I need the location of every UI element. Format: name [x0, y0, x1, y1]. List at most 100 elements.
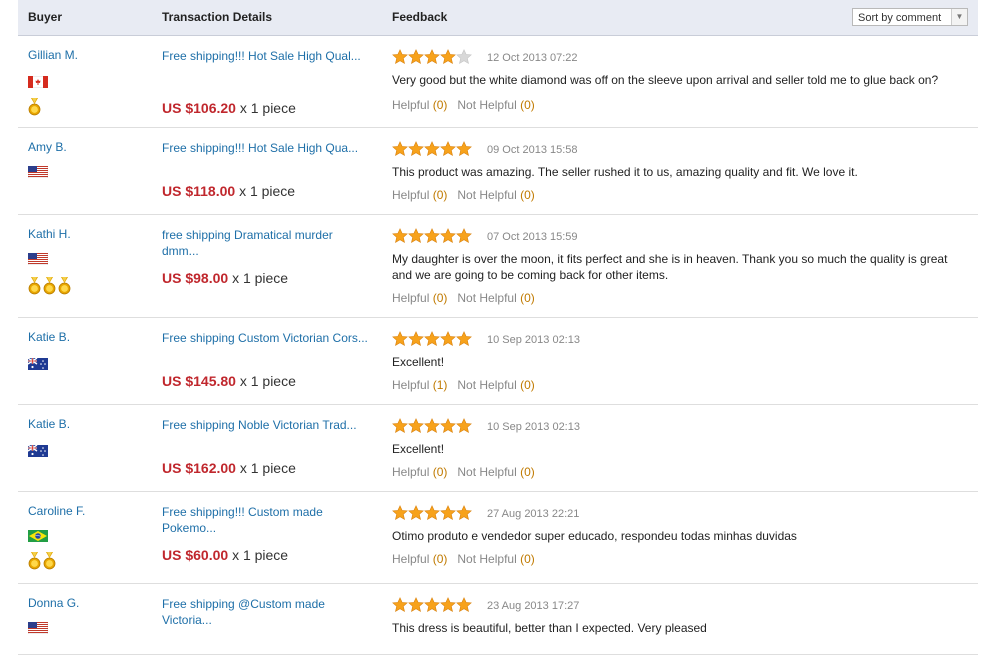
star-icon — [408, 597, 424, 613]
helpful-link[interactable]: Helpful — [392, 98, 429, 112]
helpful-link[interactable]: Helpful — [392, 291, 429, 305]
star-icon — [456, 597, 472, 613]
buyer-name-link[interactable]: Donna G. — [28, 596, 79, 610]
not-helpful-link[interactable]: Not Helpful — [457, 98, 516, 112]
feedback-date: 27 Aug 2013 22:21 — [487, 508, 580, 520]
not-helpful-link[interactable]: Not Helpful — [457, 378, 516, 392]
helpful-count: (0) — [432, 188, 448, 202]
sort-select[interactable]: Sort by comment ▼ — [852, 8, 968, 26]
star-icon — [392, 228, 408, 244]
star-icon — [456, 49, 472, 65]
medal-icon — [28, 98, 41, 116]
star-icon — [392, 141, 408, 157]
product-price: US $145.80 x 1 piece — [162, 373, 296, 389]
star-icon — [440, 331, 456, 347]
buyer-column-header: Buyer — [28, 10, 63, 24]
feedback-date: 23 Aug 2013 17:27 — [487, 600, 580, 612]
buyer-name-link[interactable]: Kathi H. — [28, 227, 71, 241]
not-helpful-count: (0) — [520, 188, 535, 202]
price-value: US $60.00 — [162, 547, 229, 563]
quantity-label: x 1 piece — [239, 183, 296, 199]
medal-icon — [43, 277, 56, 295]
helpful-votes: Helpful (0) Not Helpful (0) — [392, 552, 535, 566]
star-icon — [408, 228, 424, 244]
star-rating — [392, 331, 472, 347]
product-title-link[interactable]: free shipping Dramatical murder dmm... — [162, 227, 372, 259]
helpful-link[interactable]: Helpful — [392, 552, 429, 566]
star-icon — [424, 505, 440, 521]
star-rating — [392, 505, 472, 521]
not-helpful-count: (0) — [520, 465, 535, 479]
star-icon — [424, 331, 440, 347]
star-icon — [392, 331, 408, 347]
star-icon — [424, 228, 440, 244]
star-icon — [456, 505, 472, 521]
star-icon — [408, 331, 424, 347]
feedback-comment: Otimo produto e vendedor super educado, … — [392, 529, 797, 543]
product-price: US $118.00 x 1 piece — [162, 183, 295, 199]
product-price: US $162.00 x 1 piece — [162, 460, 296, 476]
helpful-count: (0) — [432, 465, 448, 479]
star-icon — [456, 228, 472, 244]
buyer-name-link[interactable]: Amy B. — [28, 140, 67, 154]
product-price: US $60.00 x 1 piece — [162, 547, 288, 563]
star-rating — [392, 49, 472, 65]
product-title-link[interactable]: Free shipping!!! Custom made Pokemo... — [162, 504, 372, 536]
review-row: Caroline F. Free shipping!!! Custom made … — [18, 492, 978, 584]
helpful-count: (0) — [432, 552, 448, 566]
country-flag-icon — [28, 530, 48, 542]
helpful-link[interactable]: Helpful — [392, 465, 429, 479]
review-row: Kathi H. free shipping Dramatical murder … — [18, 215, 978, 318]
star-icon — [424, 49, 440, 65]
feedback-date: 10 Sep 2013 02:13 — [487, 421, 580, 433]
star-icon — [440, 418, 456, 434]
review-row: Donna G. Free shipping @Custom made Victo… — [18, 584, 978, 655]
star-icon — [392, 597, 408, 613]
helpful-link[interactable]: Helpful — [392, 378, 429, 392]
star-rating — [392, 141, 472, 157]
quantity-label: x 1 piece — [239, 100, 296, 116]
buyer-name-link[interactable]: Katie B. — [28, 330, 70, 344]
not-helpful-link[interactable]: Not Helpful — [457, 465, 516, 479]
feedback-comment: Excellent! — [392, 442, 445, 456]
not-helpful-link[interactable]: Not Helpful — [457, 552, 516, 566]
not-helpful-count: (0) — [520, 378, 535, 392]
feedback-comment: This dress is beautiful, better than I e… — [392, 621, 707, 635]
star-icon — [408, 418, 424, 434]
country-flag-icon — [27, 75, 49, 89]
star-icon — [424, 597, 440, 613]
star-icon — [456, 418, 472, 434]
product-title-link[interactable]: Free shipping @Custom made Victoria... — [162, 596, 372, 628]
quantity-label: x 1 piece — [239, 373, 296, 389]
medal-icon — [58, 277, 71, 295]
buyer-name-link[interactable]: Katie B. — [28, 417, 70, 431]
medal-icon — [43, 552, 56, 570]
star-rating — [392, 228, 472, 244]
price-value: US $98.00 — [162, 270, 229, 286]
medal-icon — [28, 552, 41, 570]
helpful-votes: Helpful (0) Not Helpful (0) — [392, 188, 535, 202]
feedback-comment: Excellent! — [392, 355, 445, 369]
helpful-votes: Helpful (0) Not Helpful (0) — [392, 465, 535, 479]
not-helpful-link[interactable]: Not Helpful — [457, 291, 516, 305]
product-title-link[interactable]: Free shipping!!! Hot Sale High Qual... — [162, 48, 372, 64]
product-title-link[interactable]: Free shipping Custom Victorian Cors... — [162, 330, 372, 346]
country-flag-icon — [27, 357, 48, 370]
buyer-medals — [28, 277, 73, 295]
feedback-date: 09 Oct 2013 15:58 — [487, 144, 578, 156]
star-icon — [424, 141, 440, 157]
product-title-link[interactable]: Free shipping Noble Victorian Trad... — [162, 417, 372, 433]
buyer-name-link[interactable]: Gillian M. — [28, 48, 78, 62]
star-icon — [456, 141, 472, 157]
buyer-name-link[interactable]: Caroline F. — [28, 504, 85, 518]
not-helpful-link[interactable]: Not Helpful — [457, 188, 516, 202]
helpful-link[interactable]: Helpful — [392, 188, 429, 202]
feedback-date: 07 Oct 2013 15:59 — [487, 231, 578, 243]
star-icon — [440, 141, 456, 157]
table-header: Buyer Transaction Details Feedback Sort … — [18, 0, 978, 36]
product-title-link[interactable]: Free shipping!!! Hot Sale High Qua... — [162, 140, 372, 156]
review-row: Katie B. Free shipping Custom Victorian C… — [18, 318, 978, 405]
review-list: Gillian M. Free shipping!!! Hot Sale High… — [18, 36, 978, 655]
quantity-label: x 1 piece — [232, 270, 289, 286]
chevron-down-icon[interactable]: ▼ — [951, 9, 967, 25]
